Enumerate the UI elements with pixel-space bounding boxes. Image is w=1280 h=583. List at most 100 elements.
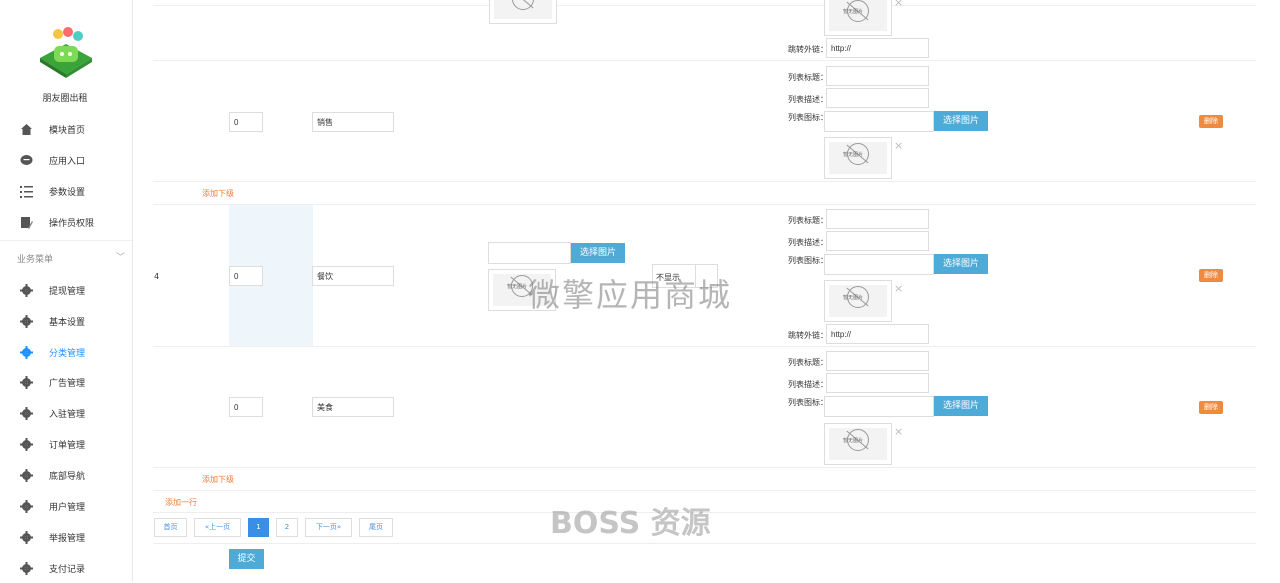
- watermark-text: 微擎应用商城: [528, 276, 733, 314]
- app-name: 朋友圈出租: [42, 94, 88, 104]
- redirect-link-input[interactable]: [826, 38, 929, 58]
- list-desc-input[interactable]: [826, 88, 929, 108]
- list-icon-input[interactable]: [824, 254, 934, 275]
- category-name-input[interactable]: [312, 112, 394, 132]
- add-sub-link[interactable]: 添加下级: [202, 188, 234, 199]
- list-icon-label: 列表图标：: [788, 256, 828, 265]
- list-desc-label: 列表描述：: [788, 380, 828, 389]
- add-sub-link[interactable]: 添加下级: [202, 474, 234, 485]
- app-logo: [36, 24, 96, 80]
- close-icon[interactable]: ×: [894, 425, 903, 438]
- sidebar: 朋友圈出租 模块首页 应用入口 参数设置 操作员权限 业务菜单 ﹀ 提现管理 基本…: [0, 0, 133, 582]
- redirect-link-input[interactable]: [826, 324, 929, 344]
- submit-button[interactable]: 提交: [229, 549, 264, 569]
- gear-icon: [20, 468, 33, 482]
- sidebar-item-module-home[interactable]: 模块首页: [0, 114, 130, 144]
- list-icon-label: 列表图标：: [788, 398, 828, 407]
- close-icon[interactable]: ×: [894, 0, 903, 9]
- close-icon[interactable]: ×: [894, 139, 903, 152]
- sidebar-item-business[interactable]: 广告管理: [0, 367, 130, 397]
- list-desc-label: 列表描述：: [788, 238, 828, 247]
- sidebar-item-label: 模块首页: [49, 125, 86, 136]
- delete-button[interactable]: 删除: [1199, 401, 1223, 414]
- divider: [0, 240, 132, 241]
- sidebar-item-business[interactable]: 基本设置: [0, 306, 130, 336]
- divider: [153, 490, 1256, 491]
- list-icon: [20, 185, 33, 198]
- list-desc-label: 列表描述：: [788, 95, 828, 104]
- sidebar-item-operator-perms[interactable]: 操作员权限: [0, 207, 130, 237]
- sidebar-item-params[interactable]: 参数设置: [0, 176, 130, 206]
- sidebar-item-label: 操作员权限: [49, 218, 95, 229]
- divider: [153, 5, 1256, 6]
- divider: [153, 204, 1256, 205]
- choose-image-button[interactable]: 选择图片: [934, 396, 988, 416]
- redirect-link-label: 跳转外链：: [788, 331, 828, 340]
- sidebar-item-business[interactable]: 提现管理: [0, 275, 130, 305]
- pagination-page[interactable]: 2: [276, 518, 298, 537]
- sort-input[interactable]: [229, 397, 263, 417]
- row-index: 4: [154, 272, 160, 281]
- sort-input[interactable]: [229, 266, 263, 286]
- divider: [153, 543, 1256, 544]
- image-placeholder: 暂无图片: [824, 280, 892, 322]
- choose-image-button[interactable]: 选择图片: [934, 111, 988, 131]
- sidebar-item-business[interactable]: 底部导航: [0, 460, 130, 490]
- gear-icon: [20, 499, 33, 513]
- list-icon-input[interactable]: [824, 396, 934, 417]
- add-row-link[interactable]: 添加一行: [165, 497, 197, 508]
- chat-icon: [20, 154, 33, 167]
- sidebar-item-label: 底部导航: [49, 471, 86, 482]
- pagination-first[interactable]: 首页: [154, 518, 187, 537]
- sidebar-item-label: 用户管理: [49, 502, 86, 513]
- sidebar-item-label: 应用入口: [49, 156, 86, 167]
- category-icon-input[interactable]: [488, 242, 571, 264]
- gear-icon: [20, 406, 33, 420]
- chevron-down-icon[interactable]: ﹀: [116, 250, 125, 263]
- home-icon: [20, 123, 33, 136]
- sidebar-item-label: 提现管理: [49, 286, 86, 297]
- sidebar-item-business[interactable]: 用户管理: [0, 491, 130, 521]
- sidebar-item-business[interactable]: 举报管理: [0, 522, 130, 552]
- gear-icon: [20, 530, 33, 544]
- choose-image-button[interactable]: 选择图片: [571, 243, 625, 263]
- choose-image-button[interactable]: 选择图片: [934, 254, 988, 274]
- pagination-page[interactable]: 1: [248, 518, 269, 537]
- list-icon-input[interactable]: [824, 111, 934, 132]
- sidebar-item-business[interactable]: 入驻管理: [0, 398, 130, 428]
- sort-input[interactable]: [229, 112, 263, 132]
- redirect-link-label: 跳转外链：: [788, 45, 828, 54]
- list-title-label: 列表标题：: [788, 216, 828, 225]
- sidebar-item-label: 支付记录: [49, 564, 86, 575]
- list-desc-input[interactable]: [826, 373, 929, 393]
- pagination-next[interactable]: 下一页»: [305, 518, 352, 537]
- sidebar-item-label: 订单管理: [49, 440, 86, 451]
- category-name-input[interactable]: [312, 266, 394, 286]
- divider: [153, 346, 1256, 347]
- image-placeholder: [489, 0, 557, 24]
- pagination-last[interactable]: 尾页: [359, 518, 393, 537]
- delete-button[interactable]: 删除: [1199, 269, 1223, 282]
- list-title-input[interactable]: [826, 209, 929, 229]
- sidebar-item-business[interactable]: 订单管理: [0, 429, 130, 459]
- sidebar-item-label: 参数设置: [49, 187, 86, 198]
- list-title-input[interactable]: [826, 351, 929, 371]
- gear-icon: [20, 561, 33, 575]
- pagination-prev[interactable]: «上一页: [194, 518, 241, 537]
- list-title-label: 列表标题：: [788, 358, 828, 367]
- close-icon[interactable]: ×: [894, 282, 903, 295]
- gear-icon: [20, 283, 33, 297]
- sidebar-item-business[interactable]: 分类管理: [0, 337, 130, 367]
- sidebar-item-label: 广告管理: [49, 378, 86, 389]
- image-placeholder: 暂无图片: [824, 423, 892, 465]
- list-title-input[interactable]: [826, 66, 929, 86]
- gear-icon: [20, 345, 33, 359]
- sidebar-item-app-entry[interactable]: 应用入口: [0, 145, 130, 175]
- delete-button[interactable]: 删除: [1199, 115, 1223, 128]
- list-desc-input[interactable]: [826, 231, 929, 251]
- sidebar-item-business[interactable]: 支付记录: [0, 553, 130, 583]
- sidebar-item-label: 入驻管理: [49, 409, 86, 420]
- sidebar-item-label: 分类管理: [49, 348, 86, 359]
- watermark-logo: BOSS 资源: [550, 506, 711, 541]
- category-name-input[interactable]: [312, 397, 394, 417]
